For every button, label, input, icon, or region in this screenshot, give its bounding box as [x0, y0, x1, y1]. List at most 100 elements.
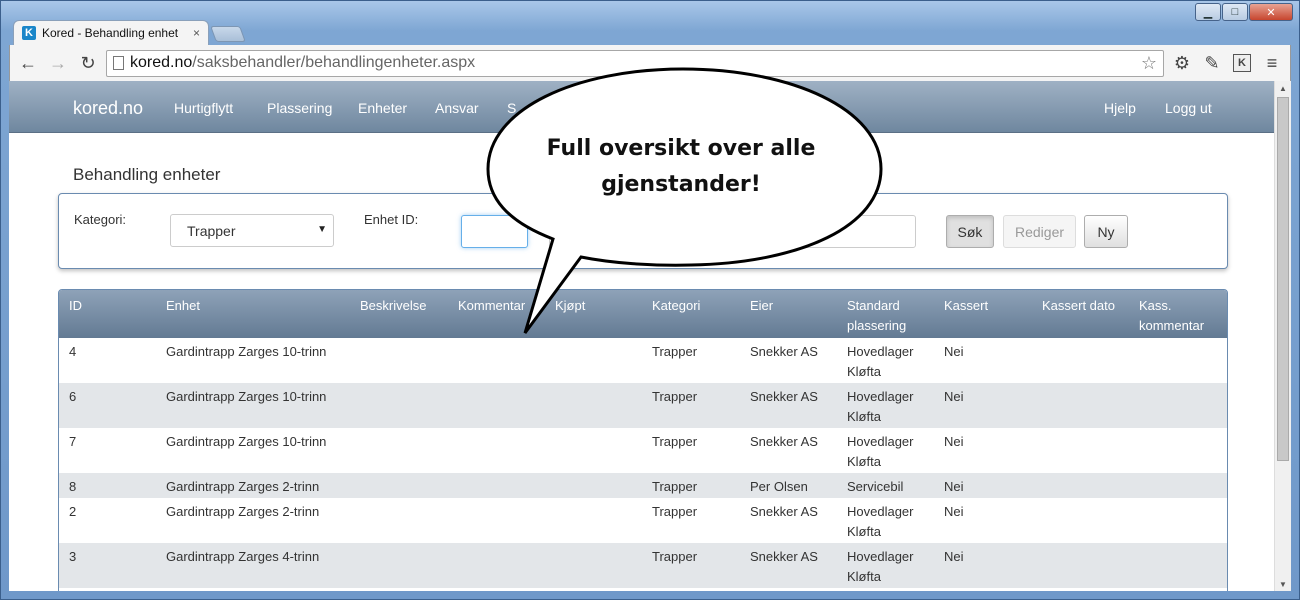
nav-ansvar[interactable]: Ansvar [435, 100, 479, 116]
rediger-button[interactable]: Rediger [1003, 215, 1076, 248]
bookmark-star-icon[interactable]: ☆ [1141, 53, 1157, 74]
kategori-selected-value: Trapper [187, 223, 236, 239]
table-row[interactable]: 2 Gardintrapp Zarges 2-trinn Trapper Snekke… [59, 498, 1227, 543]
cell-enhet: Gardintrapp Zarges 10-trinn [166, 389, 327, 404]
tab-title: Kored - Behandling enhet [42, 26, 179, 40]
col-header-kjopt[interactable]: Kjøpt [555, 296, 585, 316]
table-row[interactable]: 6 Gardintrapp Zarges 10-trinn Trapper Snekk… [59, 383, 1227, 428]
url-host: kored.no [130, 54, 193, 71]
kored-extension-button[interactable]: K [1230, 51, 1254, 75]
col-header-standard-plassering[interactable]: Standard plassering [847, 296, 927, 336]
window-controls: ▁ □ ✕ [1195, 3, 1293, 21]
cell-kategori: Trapper [652, 389, 698, 404]
scroll-down-icon[interactable]: ▼ [1275, 577, 1291, 591]
cell-kassert: Nei [944, 344, 964, 359]
col-header-eier[interactable]: Eier [750, 296, 773, 316]
cell-id: 7 [69, 434, 77, 449]
cell-eier: Snekker AS [750, 344, 818, 359]
search-input[interactable] [549, 215, 916, 248]
cell-enhet: Gardintrapp Zarges 2-trinn [166, 479, 320, 494]
enhet-id-label: Enhet ID: [364, 212, 419, 227]
cell-eier: Snekker AS [750, 504, 818, 519]
kategori-select[interactable]: Trapper ▼ [170, 214, 334, 247]
col-header-kommentar[interactable]: Kommentar [458, 296, 525, 316]
browser-tab-active[interactable]: K Kored - Behandling enhet × [13, 20, 209, 45]
cell-kassert: Nei [944, 434, 964, 449]
gear-icon[interactable]: ⚙ [1170, 51, 1194, 75]
cell-eier: Snekker AS [750, 389, 818, 404]
url-text: kored.no/saksbehandler/behandlingenheter… [130, 54, 475, 72]
enheter-table: ID Enhet Beskrivelse Kommentar Kjøpt Kat… [58, 289, 1228, 591]
site-navbar: kored.no Hurtigflytt Plassering Enheter … [9, 81, 1274, 133]
cell-standard-plassering: Hovedlager Kløfta [847, 504, 914, 539]
close-window-button[interactable]: ✕ [1249, 3, 1293, 21]
back-icon[interactable]: ← [16, 51, 40, 75]
filter-panel: Kategori: Trapper ▼ Enhet ID: Søk Redige… [58, 193, 1228, 269]
address-bar[interactable]: kored.no/saksbehandler/behandlingenheter… [106, 49, 1164, 77]
table-row[interactable]: 7 Gardintrapp Zarges 10-trinn Trapper Snekk… [59, 428, 1227, 473]
col-header-enhet[interactable]: Enhet [166, 296, 200, 316]
nav-hjelp[interactable]: Hjelp [1104, 100, 1136, 116]
pin-extension-icon[interactable]: ✎ [1200, 51, 1224, 75]
new-tab-button[interactable] [210, 26, 246, 42]
nav-enheter[interactable]: Enheter [358, 100, 407, 116]
tab-close-icon[interactable]: × [193, 26, 200, 40]
callout-text: Full oversikt over alle gjenstander! [531, 131, 831, 203]
nav-item-partial[interactable]: S [507, 100, 516, 116]
ny-button[interactable]: Ny [1084, 215, 1128, 248]
table-row[interactable]: 3 Gardintrapp Zarges 4-trinn Trapper Snekke… [59, 543, 1227, 588]
cell-id: 2 [69, 504, 77, 519]
cell-eier: Per Olsen [750, 479, 808, 494]
enhet-id-input[interactable] [461, 215, 528, 248]
nav-plassering[interactable]: Plassering [267, 100, 332, 116]
vertical-scrollbar[interactable]: ▲ ▼ [1274, 81, 1291, 591]
table-row[interactable]: 8 Gardintrapp Zarges 2-trinn Trapper Per Ol… [59, 473, 1227, 498]
browser-window: ▁ □ ✕ K Kored - Behandling enhet × ← → ↻… [0, 0, 1300, 600]
table-row[interactable]: 4 Gardintrapp Zarges 10-trinn Trapper Snekk… [59, 338, 1227, 383]
cell-enhet: Gardintrapp Zarges 10-trinn [166, 344, 327, 359]
col-header-beskrivelse[interactable]: Beskrivelse [360, 296, 426, 316]
nav-hurtigflytt[interactable]: Hurtigflytt [174, 100, 233, 116]
nav-logg-ut[interactable]: Logg ut [1165, 100, 1212, 116]
forward-icon[interactable]: → [46, 51, 70, 75]
kategori-label: Kategori: [74, 212, 127, 227]
cell-eier: Snekker AS [750, 434, 818, 449]
kored-favicon-icon: K [22, 26, 36, 40]
callout-line-2: gjenstander! [601, 172, 761, 197]
url-path: /saksbehandler/behandlingenheter.aspx [192, 54, 476, 71]
col-header-kategori[interactable]: Kategori [652, 296, 700, 316]
page-title: Behandling enheter [73, 165, 221, 184]
menu-icon[interactable]: ≡ [1260, 51, 1284, 75]
cell-kassert: Nei [944, 549, 964, 564]
cell-standard-plassering: Servicebil [847, 479, 904, 494]
cell-standard-plassering: Hovedlager Kløfta [847, 389, 914, 424]
cell-kategori: Trapper [652, 549, 698, 564]
cell-kategori: Trapper [652, 479, 698, 494]
cell-id: 8 [69, 479, 77, 494]
col-header-kassert-dato[interactable]: Kassert dato [1042, 296, 1115, 316]
maximize-button[interactable]: □ [1222, 3, 1248, 21]
cell-eier: Snekker AS [750, 549, 818, 564]
cell-enhet: Gardintrapp Zarges 2-trinn [166, 504, 320, 519]
reload-icon[interactable]: ↻ [76, 51, 100, 75]
cell-enhet: Gardintrapp Zarges 10-trinn [166, 434, 327, 449]
cell-standard-plassering: Hovedlager Kløfta [847, 344, 914, 379]
cell-kategori: Trapper [652, 344, 698, 359]
col-header-kassert[interactable]: Kassert [944, 296, 988, 316]
col-header-id[interactable]: ID [69, 296, 82, 316]
col-header-kass-kommentar[interactable]: Kass. kommentar [1139, 296, 1227, 336]
cell-enhet: Gardintrapp Zarges 4-trinn [166, 549, 320, 564]
table-header: ID Enhet Beskrivelse Kommentar Kjøpt Kat… [59, 290, 1227, 338]
cell-id: 4 [69, 344, 77, 359]
cell-kassert: Nei [944, 389, 964, 404]
browser-toolbar: ← → ↻ kored.no/saksbehandler/behandlinge… [9, 45, 1291, 81]
minimize-button[interactable]: ▁ [1195, 3, 1221, 21]
cell-standard-plassering: Hovedlager Kløfta [847, 434, 914, 469]
sok-button[interactable]: Søk [946, 215, 994, 248]
page-icon [113, 56, 124, 70]
brand-logo[interactable]: kored.no [73, 98, 143, 119]
chevron-down-icon: ▼ [317, 224, 327, 235]
scroll-up-icon[interactable]: ▲ [1275, 81, 1291, 95]
kored-extension-icon: K [1233, 54, 1251, 72]
scroll-thumb[interactable] [1277, 97, 1289, 461]
